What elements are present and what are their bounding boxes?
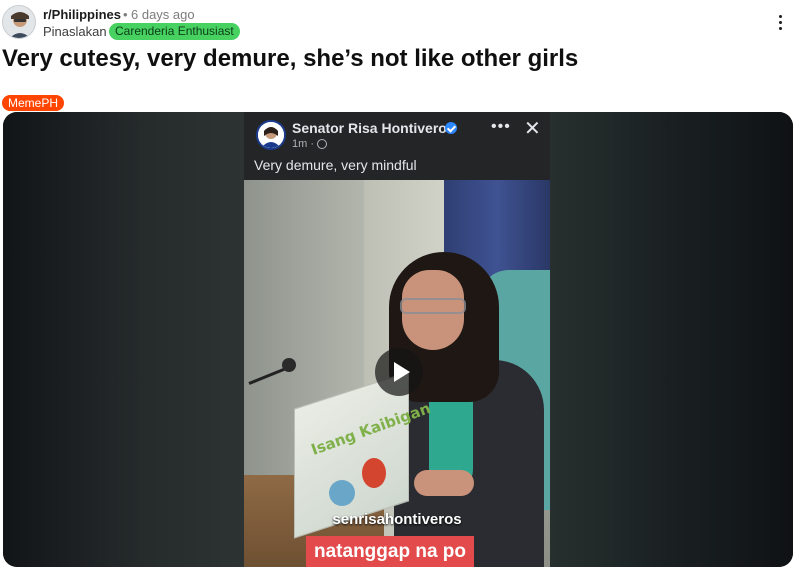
verified-badge-icon: [445, 122, 457, 134]
embedded-post-header: Senator Risa Hontiveros 1m · ••• ✕ Very …: [244, 112, 550, 180]
page-avatar: [256, 120, 286, 150]
embed-time: 1m ·: [292, 138, 314, 150]
subreddit-avatar[interactable]: [2, 5, 36, 39]
post-time: 6 days ago: [131, 7, 195, 22]
person-hand: [414, 470, 474, 496]
meta-separator: •: [123, 7, 128, 22]
video-watermark: senrisahontiveros: [332, 511, 462, 528]
author-link[interactable]: Pinaslakan: [43, 24, 107, 39]
globe-icon: [317, 139, 327, 149]
subreddit-link[interactable]: r/Philippines: [43, 7, 121, 22]
post-flair[interactable]: MemePH: [2, 95, 65, 111]
close-icon: ✕: [524, 118, 541, 140]
play-icon[interactable]: [375, 348, 423, 396]
video-subtitle: natanggap na po: [306, 536, 474, 567]
person-glasses: [400, 298, 466, 314]
microphone-icon: [282, 358, 296, 372]
embed-time-value: 1m: [292, 138, 308, 150]
more-options-icon[interactable]: [771, 12, 791, 32]
video-frame[interactable]: Senator Risa Hontiveros 1m · ••• ✕ Very …: [244, 112, 550, 567]
media-blur-left: [3, 112, 244, 567]
post-header: r/Philippines • 6 days ago Pinaslakan Ca…: [0, 0, 800, 44]
embed-caption: Very demure, very mindful: [254, 157, 417, 173]
page-name: Senator Risa Hontiveros: [292, 120, 455, 136]
post-media[interactable]: Senator Risa Hontiveros 1m · ••• ✕ Very …: [3, 112, 793, 567]
book-illustration-bird: [329, 480, 355, 506]
post-title[interactable]: Very cutesy, very demure, she’s not like…: [2, 45, 578, 73]
subreddit-avatar-icon: [3, 6, 35, 38]
page-avatar-icon: [258, 122, 284, 148]
book-illustration-parrot: [362, 458, 386, 488]
embed-more-icon: •••: [491, 118, 511, 135]
user-flair: Carenderia Enthusiast: [109, 23, 240, 40]
media-blur-right: [548, 112, 793, 567]
embed-time-separator: ·: [310, 138, 315, 150]
